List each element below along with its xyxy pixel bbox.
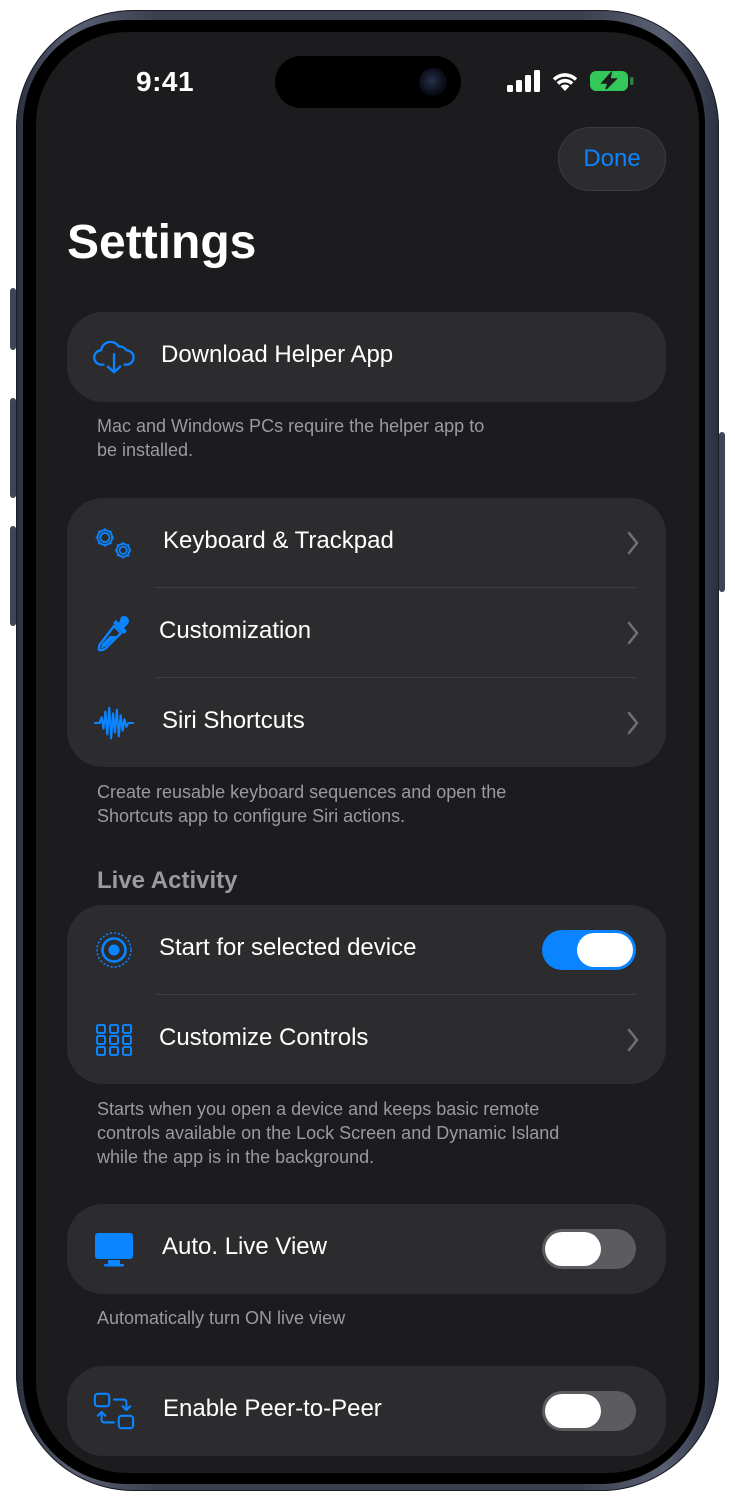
peer-to-peer-label: Enable Peer-to-Peer xyxy=(163,1395,382,1422)
keyboard-trackpad-label: Keyboard & Trackpad xyxy=(163,527,394,554)
action-button xyxy=(10,288,16,350)
eyedropper-icon xyxy=(93,612,135,654)
volume-up-button xyxy=(10,398,16,498)
start-selected-device-row: Start for selected device xyxy=(67,905,666,995)
peer-to-peer-toggle[interactable] xyxy=(542,1391,636,1431)
gears-icon xyxy=(93,522,135,564)
tools-group: Keyboard & Trackpad Customization Siri S… xyxy=(67,498,666,767)
live-activity-group: Start for selected device Customize Cont… xyxy=(67,905,666,1084)
helper-footer-line: Mac and Windows PCs require the helper a… xyxy=(97,416,485,436)
live-activity-footer: Starts when you open a device and keeps … xyxy=(97,1097,657,1169)
status-time: 9:41 xyxy=(136,66,195,97)
toggle-knob xyxy=(577,933,633,967)
peer-group: Enable Peer-to-Peer xyxy=(67,1366,666,1456)
start-selected-device-label: Start for selected device xyxy=(159,934,417,961)
live-activity-footer-line: while the app is in the background. xyxy=(97,1147,375,1167)
power-button xyxy=(719,432,725,592)
customize-controls-label: Customize Controls xyxy=(159,1024,369,1051)
chevron-right-icon xyxy=(627,531,639,555)
tools-footer-line: Shortcuts app to configure Siri actions. xyxy=(97,806,406,826)
customization-row[interactable]: Customization xyxy=(67,588,666,678)
chevron-right-icon xyxy=(627,621,639,645)
download-helper-label: Download Helper App xyxy=(161,341,394,368)
target-icon xyxy=(93,929,135,971)
camera-icon xyxy=(419,68,447,96)
helper-footer: Mac and Windows PCs require the helper a… xyxy=(97,414,597,462)
cellular-signal-icon xyxy=(507,70,540,92)
volume-down-button xyxy=(10,526,16,626)
page-title: Settings xyxy=(67,216,257,269)
chevron-right-icon xyxy=(627,711,639,735)
live-activity-footer-line: Starts when you open a device and keeps … xyxy=(97,1099,540,1119)
auto-live-view-row: Auto. Live View xyxy=(67,1204,666,1294)
live-view-footer: Automatically turn ON live view xyxy=(97,1308,346,1328)
start-selected-device-toggle[interactable] xyxy=(542,930,636,970)
display-icon xyxy=(93,1228,135,1270)
live-activity-footer-line: controls available on the Lock Screen an… xyxy=(97,1123,560,1143)
waveform-icon xyxy=(93,702,135,744)
peer-to-peer-row: Enable Peer-to-Peer xyxy=(67,1366,666,1456)
chevron-right-icon xyxy=(627,1028,639,1052)
tools-footer: Create reusable keyboard sequences and o… xyxy=(97,780,597,828)
helper-footer-line: be installed. xyxy=(97,440,194,460)
live-activity-header: Live Activity xyxy=(97,867,238,894)
keyboard-trackpad-row[interactable]: Keyboard & Trackpad xyxy=(67,498,666,588)
auto-live-view-toggle[interactable] xyxy=(542,1229,636,1269)
siri-shortcuts-row[interactable]: Siri Shortcuts xyxy=(67,678,666,767)
cloud-download-icon xyxy=(93,336,135,378)
live-view-group: Auto. Live View xyxy=(67,1204,666,1294)
battery-charging-icon xyxy=(590,70,634,91)
wifi-icon xyxy=(552,73,578,91)
helper-group: Download Helper App xyxy=(67,312,666,402)
status-icons xyxy=(507,68,635,94)
screen: 9:41 Done Settings Download Helper App M… xyxy=(36,32,699,1473)
auto-live-view-label: Auto. Live View xyxy=(162,1233,327,1260)
tools-footer-line: Create reusable keyboard sequences and o… xyxy=(97,782,507,802)
grid-icon xyxy=(93,1019,135,1061)
done-button[interactable]: Done xyxy=(558,127,666,191)
customization-label: Customization xyxy=(159,617,312,644)
peer-arrows-icon xyxy=(93,1390,135,1432)
siri-shortcuts-label: Siri Shortcuts xyxy=(162,707,305,734)
download-helper-row[interactable]: Download Helper App xyxy=(67,312,666,402)
dynamic-island xyxy=(275,56,461,108)
toggle-knob xyxy=(545,1394,601,1428)
toggle-knob xyxy=(545,1232,601,1266)
customize-controls-row[interactable]: Customize Controls xyxy=(67,995,666,1084)
